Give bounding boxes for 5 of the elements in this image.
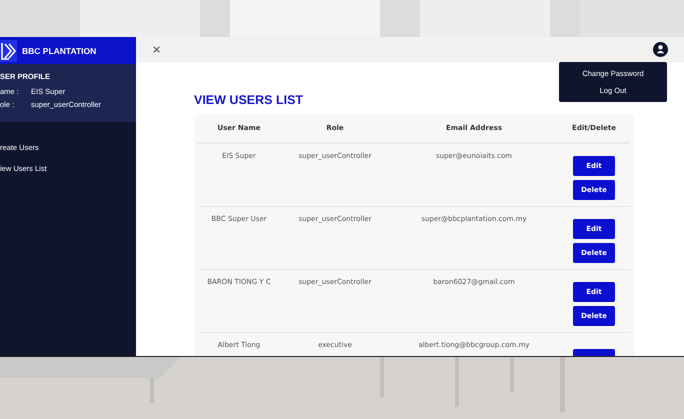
user-avatar-icon[interactable] <box>653 42 668 57</box>
brand-name: BBC PLANTATION <box>22 46 96 56</box>
page-title: VIEW USERS LIST <box>194 93 304 107</box>
logo-icon <box>0 40 17 62</box>
close-icon[interactable]: × <box>152 43 162 56</box>
